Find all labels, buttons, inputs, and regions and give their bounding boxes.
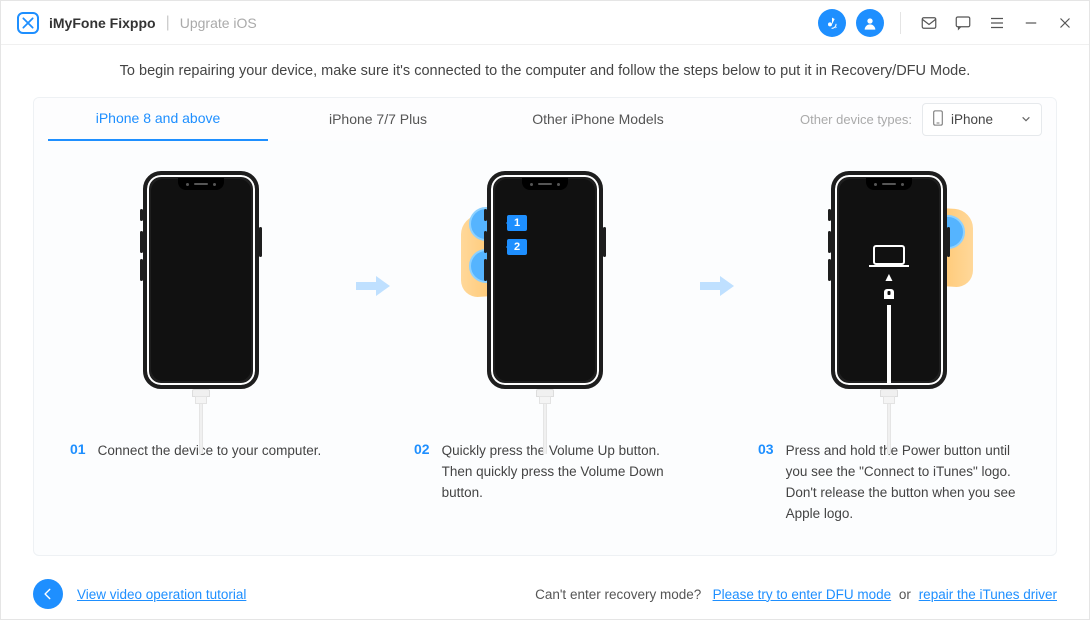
account-icon[interactable]: [856, 9, 884, 37]
title-bar: iMyFone Fixppo | Upgrate iOS: [1, 1, 1089, 45]
callout-2: 2: [507, 239, 527, 255]
step-2-number: 02: [414, 441, 430, 457]
device-tabs: iPhone 8 and above iPhone 7/7 Plus Other…: [34, 98, 1056, 141]
steps-row: 01 Connect the device to your computer. …: [34, 141, 1056, 555]
app-name-divider: |: [166, 14, 170, 32]
phone-illustration-1: [131, 171, 271, 451]
phone-illustration-2: 1 2: [475, 171, 615, 451]
laptop-icon: [873, 245, 905, 265]
mail-icon[interactable]: [917, 11, 941, 35]
up-arrow-icon: ▲: [883, 271, 895, 283]
tab-iphone7[interactable]: iPhone 7/7 Plus: [268, 99, 488, 140]
step-1: 01 Connect the device to your computer.: [46, 171, 356, 462]
footer: View video operation tutorial Can't ente…: [1, 569, 1089, 619]
step-1-number: 01: [70, 441, 86, 457]
instructions-panel: iPhone 8 and above iPhone 7/7 Plus Other…: [33, 97, 1057, 556]
tab-iphone8-above[interactable]: iPhone 8 and above: [48, 98, 268, 141]
close-button[interactable]: [1053, 11, 1077, 35]
music-refresh-icon[interactable]: [818, 9, 846, 37]
step-3-number: 03: [758, 441, 774, 457]
dfu-mode-link[interactable]: Please try to enter DFU mode: [713, 587, 892, 602]
feedback-icon[interactable]: [951, 11, 975, 35]
intro-text: To begin repairing your device, make sur…: [1, 45, 1089, 93]
connect-to-itunes-icon: ▲: [835, 245, 943, 385]
device-type-value: iPhone: [951, 112, 993, 127]
connector-icon: [884, 289, 894, 299]
chevron-down-icon: [1001, 112, 1031, 127]
footer-or-text: or: [899, 587, 911, 602]
minimize-button[interactable]: [1019, 11, 1043, 35]
titlebar-separator: [900, 12, 901, 34]
app-subtitle: Upgrate iOS: [180, 15, 257, 31]
app-name: iMyFone Fixppo: [49, 15, 156, 31]
step-2: 1 2 02 Quickly press the Volume Up butto…: [390, 171, 700, 504]
step-3-text: Press and hold the Power button until yo…: [786, 441, 1020, 525]
back-button[interactable]: [33, 579, 63, 609]
repair-driver-link[interactable]: repair the iTunes driver: [919, 587, 1057, 602]
footer-cannot-text: Can't enter recovery mode?: [535, 587, 701, 602]
arrow-2: [700, 171, 734, 401]
menu-icon[interactable]: [985, 11, 1009, 35]
step-3: ▲ 03 Press and hold the Power button unt…: [734, 171, 1044, 525]
phone-icon: [933, 110, 943, 129]
callout-1: 1: [507, 215, 527, 231]
device-type-dropdown[interactable]: iPhone: [922, 103, 1042, 136]
device-type-select: Other device types: iPhone: [800, 103, 1042, 136]
phone-illustration-3: ▲: [819, 171, 959, 451]
video-tutorial-link[interactable]: View video operation tutorial: [77, 587, 246, 602]
arrow-1: [356, 171, 390, 401]
device-type-label: Other device types:: [800, 112, 912, 127]
app-logo-icon: [17, 12, 39, 34]
tab-other-iphone[interactable]: Other iPhone Models: [488, 99, 708, 140]
